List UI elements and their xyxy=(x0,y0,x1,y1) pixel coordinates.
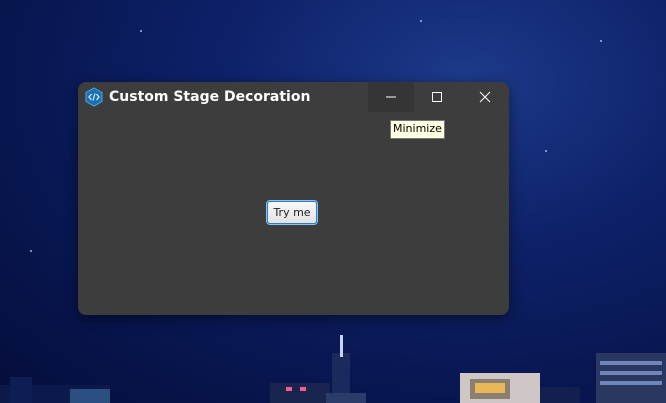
star xyxy=(140,30,142,32)
window-title: Custom Stage Decoration xyxy=(109,89,311,105)
app-window: Custom Stage Decoration Minimize Try me xyxy=(78,82,509,315)
minimize-icon xyxy=(386,96,396,98)
star xyxy=(600,40,602,42)
close-button[interactable] xyxy=(462,82,508,112)
title-bar[interactable]: Custom Stage Decoration xyxy=(78,82,509,113)
star xyxy=(545,150,547,152)
try-me-button[interactable]: Try me xyxy=(267,201,317,224)
close-icon xyxy=(479,91,491,103)
code-icon xyxy=(84,87,104,107)
star xyxy=(30,250,32,252)
city-skyline xyxy=(0,335,666,403)
maximize-button[interactable] xyxy=(414,82,460,112)
minimize-button[interactable] xyxy=(368,82,414,112)
star xyxy=(420,20,422,22)
minimize-tooltip: Minimize xyxy=(390,120,445,139)
maximize-icon xyxy=(432,92,442,102)
